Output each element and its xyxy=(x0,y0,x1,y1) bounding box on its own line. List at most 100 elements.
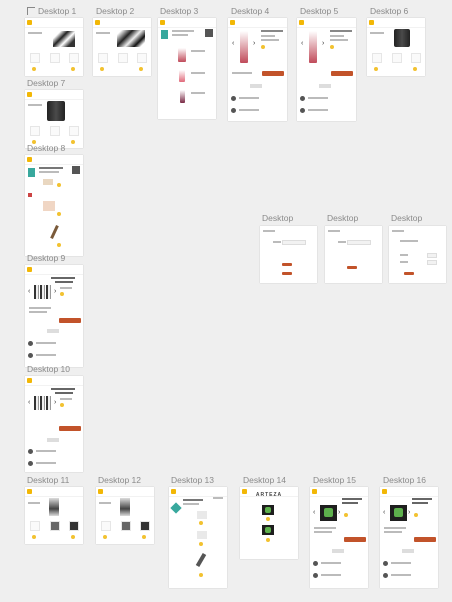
category-tag xyxy=(170,502,182,514)
chevron-left-icon[interactable]: ‹ xyxy=(313,509,315,516)
frame-desktop-b[interactable] xyxy=(325,226,382,283)
chevron-right-icon[interactable]: › xyxy=(338,509,340,516)
frame-label-desktop-7[interactable]: Desktop 7 xyxy=(27,78,65,88)
chevron-right-icon[interactable]: › xyxy=(322,40,324,47)
frame-label-desktop-14[interactable]: Desktop 14 xyxy=(243,475,286,485)
tabs[interactable] xyxy=(332,549,344,553)
thumbnail[interactable] xyxy=(372,53,382,63)
add-to-cart-button[interactable] xyxy=(59,426,81,431)
frame-label-desktop-12[interactable]: Desktop 12 xyxy=(98,475,141,485)
chevron-left-icon[interactable]: ‹ xyxy=(28,288,30,295)
frame-desktop-5[interactable]: ‹ › xyxy=(297,18,356,121)
frame-label-desktop-15[interactable]: Desktop 15 xyxy=(313,475,356,485)
submit-button[interactable] xyxy=(347,266,357,269)
frame-desktop-13[interactable] xyxy=(169,487,227,588)
chevron-left-icon[interactable]: ‹ xyxy=(383,509,385,516)
frame-desktop-9[interactable]: ‹ › xyxy=(25,265,83,367)
tabs[interactable] xyxy=(47,329,59,333)
frame-desktop-6[interactable] xyxy=(367,18,425,76)
text-line xyxy=(308,109,328,111)
input-field[interactable] xyxy=(427,260,437,265)
add-to-cart-button[interactable] xyxy=(331,71,353,76)
chevron-right-icon[interactable]: › xyxy=(54,399,56,406)
thumbnail[interactable] xyxy=(98,53,108,63)
frame-label-desktop-c[interactable]: Desktop xyxy=(391,213,422,223)
submit-button[interactable] xyxy=(282,263,292,266)
thumbnail[interactable] xyxy=(140,521,150,531)
frame-label-desktop-8[interactable]: Desktop 8 xyxy=(27,143,65,153)
chevron-right-icon[interactable]: › xyxy=(253,40,255,47)
badge-icon xyxy=(374,67,378,71)
thumbnail[interactable] xyxy=(50,53,60,63)
frame-label-desktop-2[interactable]: Desktop 2 xyxy=(96,6,134,16)
text-line xyxy=(99,502,111,504)
thumbnail[interactable] xyxy=(411,53,421,63)
frame-label-desktop-13[interactable]: Desktop 13 xyxy=(171,475,214,485)
text-line xyxy=(273,241,281,243)
frame-desktop-12[interactable] xyxy=(96,487,154,544)
tabs[interactable] xyxy=(250,84,262,88)
frame-desktop-10[interactable]: ‹ › xyxy=(25,376,83,472)
submit-button[interactable] xyxy=(404,272,414,275)
thumbnail[interactable] xyxy=(137,53,147,63)
secondary-button[interactable] xyxy=(282,272,292,275)
frame-desktop-15[interactable]: ‹ › xyxy=(310,487,368,588)
frame-desktop-11[interactable] xyxy=(25,487,83,544)
frame-desktop-7[interactable] xyxy=(25,90,83,148)
chevron-left-icon[interactable]: ‹ xyxy=(28,399,30,406)
add-to-cart-button[interactable] xyxy=(414,537,436,542)
avatar xyxy=(28,353,33,358)
thumbnail[interactable] xyxy=(30,521,40,531)
tabs[interactable] xyxy=(402,549,414,553)
input-field[interactable] xyxy=(347,240,371,245)
frame-desktop-4[interactable]: ‹ › xyxy=(228,18,287,121)
topbar xyxy=(310,487,368,497)
frame-label-desktop-4[interactable]: Desktop 4 xyxy=(231,6,269,16)
add-to-cart-button[interactable] xyxy=(344,537,366,542)
frame-desktop-2[interactable] xyxy=(93,18,151,76)
frame-desktop-14[interactable]: ARTEZA xyxy=(240,487,298,559)
thumbnail[interactable] xyxy=(69,521,79,531)
thumbnail[interactable] xyxy=(30,53,40,63)
thumbnail[interactable] xyxy=(50,521,60,531)
frame-label-desktop-10[interactable]: Desktop 10 xyxy=(27,364,70,374)
thumbnail[interactable] xyxy=(50,126,60,136)
product-image xyxy=(50,225,59,239)
thumbnail[interactable] xyxy=(69,126,79,136)
frame-label-desktop-a[interactable]: Desktop xyxy=(262,213,293,223)
thumbnail[interactable] xyxy=(392,53,402,63)
thumbnail[interactable] xyxy=(118,53,128,63)
thumbnail[interactable] xyxy=(121,521,131,531)
add-to-cart-button[interactable] xyxy=(262,71,284,76)
frame-label-desktop-5[interactable]: Desktop 5 xyxy=(300,6,338,16)
text-line xyxy=(384,527,406,529)
chevron-left-icon[interactable]: ‹ xyxy=(232,40,234,47)
frame-desktop-a[interactable] xyxy=(260,226,317,283)
thumbnail[interactable] xyxy=(30,126,40,136)
chevron-right-icon[interactable]: › xyxy=(54,288,56,295)
thumbnail[interactable] xyxy=(69,53,79,63)
input-field[interactable] xyxy=(282,240,306,245)
frame-label-desktop-1[interactable]: Desktop 1 xyxy=(27,6,76,16)
add-to-cart-button[interactable] xyxy=(59,318,81,323)
frame-desktop-16[interactable]: ‹ › xyxy=(380,487,438,588)
frame-label-desktop-3[interactable]: Desktop 3 xyxy=(160,6,198,16)
frame-label-desktop-6[interactable]: Desktop 6 xyxy=(370,6,408,16)
frame-label-desktop-b[interactable]: Desktop xyxy=(327,213,358,223)
topbar xyxy=(25,265,83,275)
frame-desktop-1[interactable] xyxy=(25,18,83,76)
thumbnail[interactable] xyxy=(101,521,111,531)
input-field[interactable] xyxy=(427,253,437,258)
text-line xyxy=(308,97,328,99)
tabs[interactable] xyxy=(319,84,331,88)
frame-label-desktop-11[interactable]: Desktop 11 xyxy=(27,475,69,485)
frame-label-desktop-9[interactable]: Desktop 9 xyxy=(27,253,65,263)
frame-desktop-c[interactable] xyxy=(389,226,446,283)
frame-label-desktop-16[interactable]: Desktop 16 xyxy=(383,475,426,485)
frame-desktop-3[interactable] xyxy=(158,18,216,119)
tabs[interactable] xyxy=(47,438,59,442)
text-line xyxy=(60,287,72,289)
chevron-right-icon[interactable]: › xyxy=(408,509,410,516)
chevron-left-icon[interactable]: ‹ xyxy=(301,40,303,47)
frame-desktop-8[interactable] xyxy=(25,155,83,256)
